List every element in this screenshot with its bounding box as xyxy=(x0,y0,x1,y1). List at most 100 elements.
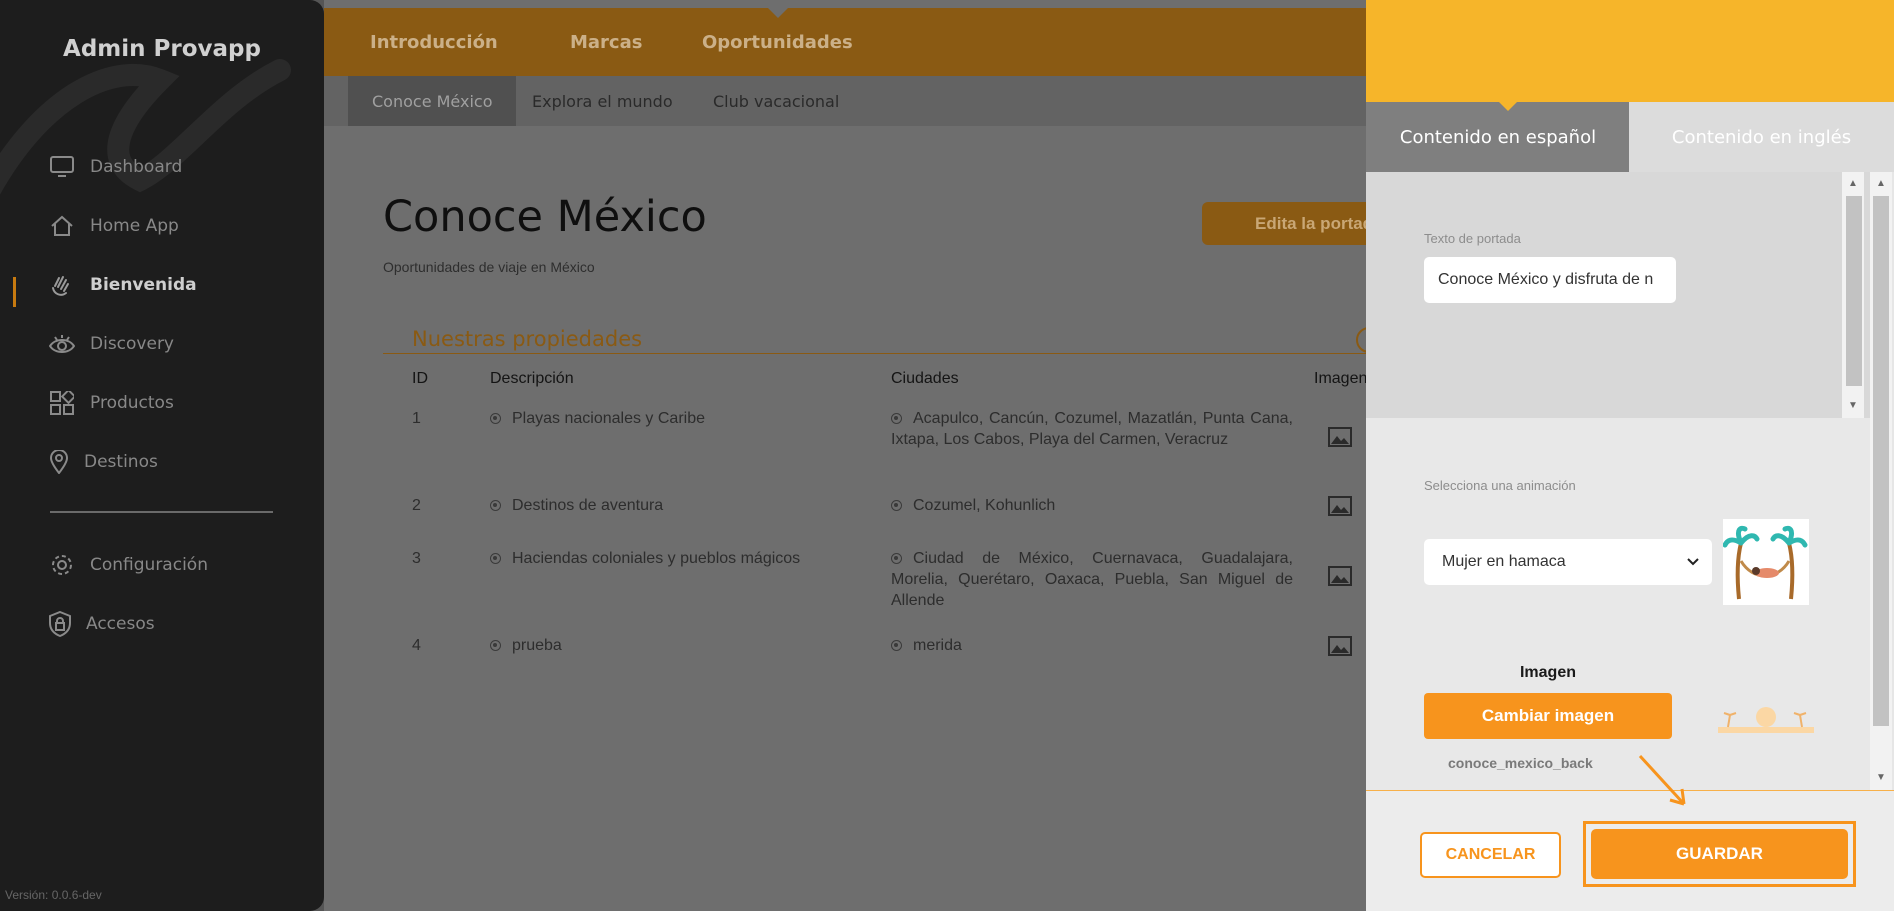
eye-icon xyxy=(48,330,76,358)
sidebar-item-label: Destinos xyxy=(84,452,158,472)
subnav-club-vacacional[interactable]: Club vacacional xyxy=(713,76,839,126)
row-description: Destinos de aventura xyxy=(490,495,663,516)
section-title: Nuestras propiedades xyxy=(412,327,643,351)
top-navigation: Introducción Marcas Oportunidades xyxy=(324,8,1368,76)
panel-scrollbar[interactable]: ▲ ▼ xyxy=(1870,172,1892,790)
bullet-icon xyxy=(891,413,902,424)
image-icon[interactable] xyxy=(1328,496,1352,516)
main-content: Introducción Marcas Oportunidades Conoce… xyxy=(324,0,1383,911)
panel-footer: CANCELAR GUARDAR xyxy=(1366,791,1894,911)
row-description: Haciendas coloniales y pueblos mágicos xyxy=(490,548,800,569)
topnav-oportunidades[interactable]: Oportunidades xyxy=(702,32,853,53)
animation-select[interactable]: Mujer en hamaca xyxy=(1424,539,1712,585)
bullet-icon xyxy=(490,553,501,564)
row-id: 1 xyxy=(412,410,421,427)
sidebar-item-label: Configuración xyxy=(90,555,208,575)
waving-hand-icon xyxy=(48,271,76,299)
sidebar-item-label: Accesos xyxy=(86,614,155,634)
cover-text-input[interactable] xyxy=(1424,257,1676,303)
row-cities: Acapulco, Cancún, Cozumel, Mazatlán, Pun… xyxy=(891,410,1293,448)
bullet-icon xyxy=(490,413,501,424)
row-cities: Cozumel, Kohunlich xyxy=(891,495,1293,516)
page-subtitle: Oportunidades de viaje en México xyxy=(383,259,595,275)
animation-selected-value: Mujer en hamaca xyxy=(1442,553,1566,570)
bullet-icon xyxy=(490,500,501,511)
sidebar-item-productos[interactable]: Productos xyxy=(48,388,174,418)
subnav-conoce-mexico[interactable]: Conoce México xyxy=(348,76,517,126)
bullet-icon xyxy=(490,640,501,651)
active-topnav-caret xyxy=(768,8,788,18)
image-label: Imagen xyxy=(1519,664,1576,681)
image-filename: conoce_mexico_back xyxy=(1448,755,1593,771)
chevron-down-icon xyxy=(1686,539,1700,604)
scroll-up-icon[interactable]: ▲ xyxy=(1847,178,1859,190)
row-id: 3 xyxy=(412,550,421,567)
scroll-down-icon[interactable]: ▼ xyxy=(1847,400,1859,412)
bullet-icon xyxy=(891,500,902,511)
app-version: Versión: 0.0.6-dev xyxy=(5,888,102,902)
app-brand: Admin Provapp xyxy=(63,36,261,62)
change-image-button[interactable]: Cambiar imagen xyxy=(1424,693,1672,739)
sub-navigation: Conoce México Explora el mundo Club vaca… xyxy=(324,76,1368,126)
sidebar-item-label: Discovery xyxy=(90,334,174,354)
sidebar-item-home-app[interactable]: Home App xyxy=(48,211,179,241)
page-title: Conoce México xyxy=(383,192,707,242)
sidebar-item-destinos[interactable]: Destinos xyxy=(48,447,158,477)
topnav-marcas[interactable]: Marcas xyxy=(570,32,642,53)
edit-cover-panel: Contenido en español Contenido en inglés… xyxy=(1366,0,1894,911)
edit-cover-button[interactable]: Edita la portada xyxy=(1202,202,1382,245)
row-id: 2 xyxy=(412,497,421,514)
sidebar-item-label: Productos xyxy=(90,393,174,413)
bullet-icon xyxy=(891,553,902,564)
sidebar-item-label: Dashboard xyxy=(90,157,183,177)
image-icon[interactable] xyxy=(1328,566,1352,586)
panel-form: Texto de portada Selecciona una animació… xyxy=(1366,172,1876,790)
scrollbar-thumb[interactable] xyxy=(1846,196,1862,386)
scroll-up-icon[interactable]: ▲ xyxy=(1875,178,1887,190)
active-indicator xyxy=(13,277,16,307)
row-description: Playas nacionales y Caribe xyxy=(490,408,705,429)
row-id: 4 xyxy=(412,637,421,654)
scroll-down-icon[interactable]: ▼ xyxy=(1875,772,1887,784)
shield-lock-icon xyxy=(48,610,72,638)
sidebar-item-label: Home App xyxy=(90,216,179,236)
active-tab-caret xyxy=(1497,100,1519,111)
sidebar-item-configuracion[interactable]: Configuración xyxy=(48,550,208,580)
inner-scrollbar[interactable]: ▲ ▼ xyxy=(1842,172,1864,418)
column-header-description: Descripción xyxy=(490,370,574,387)
sidebar-item-accesos[interactable]: Accesos xyxy=(48,609,155,639)
annotation-arrow-icon xyxy=(1638,754,1686,806)
sidebar: Admin Provapp Dashboard Home App Bienven… xyxy=(0,0,324,911)
sidebar-item-label: Bienvenida xyxy=(90,275,197,295)
row-cities: Ciudad de México, Cuernavaca, Guadalajar… xyxy=(891,550,1293,609)
image-icon[interactable] xyxy=(1328,636,1352,656)
scrollbar-thumb[interactable] xyxy=(1873,196,1889,726)
tab-content-spanish[interactable]: Contenido en español xyxy=(1366,102,1630,172)
sidebar-item-bienvenida[interactable]: Bienvenida xyxy=(48,270,197,300)
monitor-icon xyxy=(48,153,76,181)
home-icon xyxy=(48,212,76,240)
tab-content-english[interactable]: Contenido en inglés xyxy=(1629,102,1894,172)
map-pin-icon xyxy=(48,448,70,476)
gear-icon xyxy=(48,551,76,579)
background-image-thumbnail xyxy=(1718,697,1814,741)
section-divider xyxy=(383,353,1383,354)
animation-label: Selecciona una animación xyxy=(1424,478,1576,493)
sidebar-item-discovery[interactable]: Discovery xyxy=(48,329,174,359)
cancel-button[interactable]: CANCELAR xyxy=(1420,832,1561,878)
column-header-cities: Ciudades xyxy=(891,370,959,387)
column-header-image: Imagen xyxy=(1314,370,1368,387)
column-header-id: ID xyxy=(412,370,428,387)
row-cities: merida xyxy=(891,635,1293,656)
sidebar-divider xyxy=(50,511,273,513)
sidebar-item-dashboard[interactable]: Dashboard xyxy=(48,152,182,182)
panel-header xyxy=(1366,0,1894,102)
animation-preview-image xyxy=(1722,519,1809,605)
image-icon[interactable] xyxy=(1328,427,1352,447)
subnav-explora-el-mundo[interactable]: Explora el mundo xyxy=(532,76,673,126)
topnav-introduccion[interactable]: Introducción xyxy=(370,32,498,53)
grid-shapes-icon xyxy=(48,389,76,417)
save-button[interactable]: GUARDAR xyxy=(1591,829,1848,879)
cover-text-label: Texto de portada xyxy=(1424,231,1521,246)
row-description: prueba xyxy=(490,635,562,656)
